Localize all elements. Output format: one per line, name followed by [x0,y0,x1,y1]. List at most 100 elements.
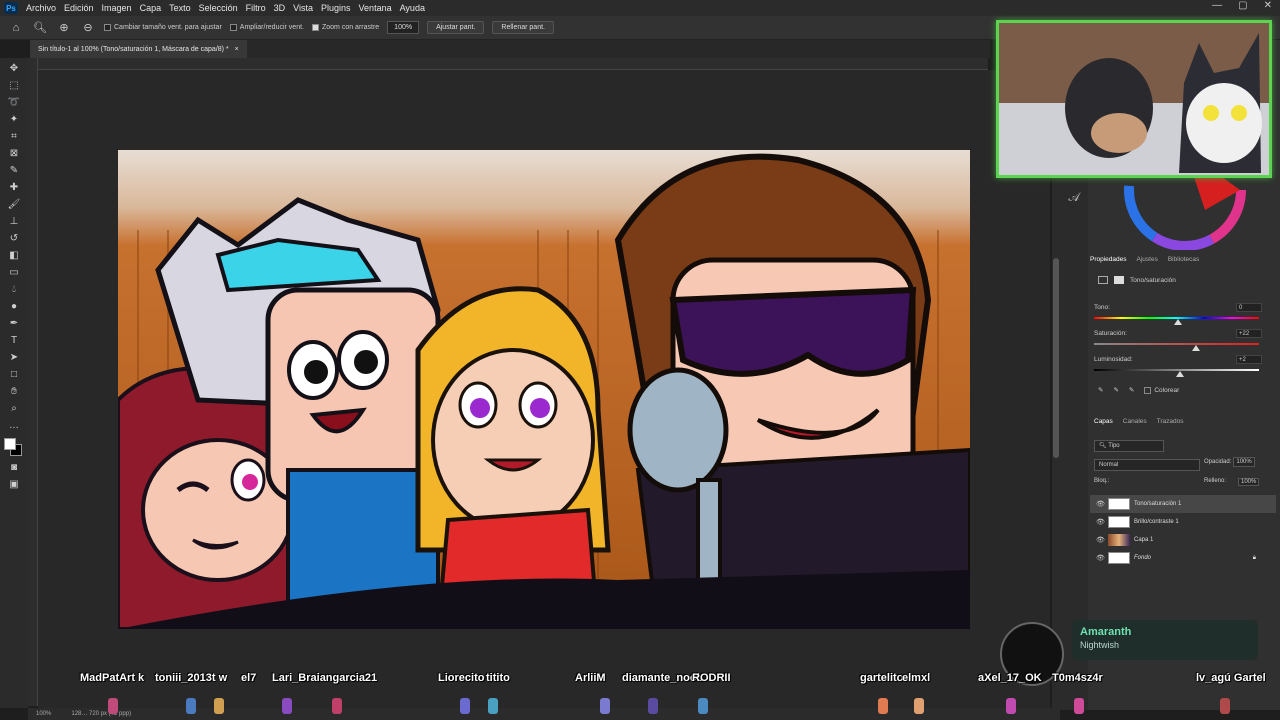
crop-tool-icon[interactable]: ⌗ [6,128,22,144]
eyedropper-icon[interactable]: ✎ [1098,386,1103,394]
tab-trazados[interactable]: Trazados [1157,418,1184,430]
eyedropper-subtract-icon[interactable]: ✎ [1129,386,1134,394]
mask-icon[interactable] [1114,276,1124,284]
menu-ayuda[interactable]: Ayuda [400,3,425,13]
eyedropper-add-icon[interactable]: ✎ [1113,386,1118,394]
layer-name: Fondo [1134,555,1152,561]
frame-tool-icon[interactable]: ⊠ [6,145,22,161]
tab-canales[interactable]: Canales [1123,418,1147,430]
visibility-eye-icon[interactable]: 👁︎ [1096,554,1105,562]
eyedropper-icon[interactable]: ✎ [6,162,22,178]
blur-tool-icon[interactable]: 💧︎ [6,281,22,297]
gradient-tool-icon[interactable]: ▭ [6,264,22,280]
saturation-track[interactable] [1094,343,1259,345]
checkbox-box [229,24,237,31]
colorize-checkbox[interactable]: Colorear [1144,386,1179,394]
minimize-button[interactable]: — [1212,0,1222,11]
tab-ajustes[interactable]: Ajustes [1137,256,1158,263]
close-tab-icon[interactable]: × [235,46,239,53]
menu-filtro[interactable]: Filtro [246,3,266,13]
zoom-in-icon[interactable]: ⊕ [56,20,72,36]
layer-mask-thumbnail[interactable] [1108,498,1130,510]
blend-mode-select[interactable]: Normal [1094,459,1200,471]
eraser-icon[interactable]: ◧ [6,247,22,263]
color-swatches[interactable] [4,438,24,458]
fit-screen-button[interactable]: Ajustar pant. [427,21,485,34]
maximize-button[interactable]: ▢ [1238,0,1247,11]
hue-slider-thumb[interactable] [1174,319,1182,325]
close-button[interactable]: ✕ [1264,0,1272,11]
history-brush-icon[interactable]: ↺ [6,230,22,246]
menu-ventana[interactable]: Ventana [359,3,392,13]
pen-tool-icon[interactable]: ✒ [6,315,22,331]
zoom-out-icon[interactable]: ⊖ [80,20,96,36]
layer-filter-select[interactable]: 🔍︎ Tipo [1094,440,1164,452]
magic-wand-icon[interactable]: ✦ [6,111,22,127]
chat-username: elmxl [902,672,931,684]
zoom-icon[interactable]: ⌕ [6,400,22,416]
tab-propiedades[interactable]: Propiedades [1090,256,1127,263]
home-icon[interactable]: ⌂ [8,20,24,36]
webcam-feed [999,23,1269,175]
checkbox-box [1144,386,1152,394]
menu-seleccion[interactable]: Selección [199,3,238,13]
layer-row-brightness-contrast[interactable]: 👁︎ Brillo/contraste 1 [1090,513,1276,531]
hue-value-input[interactable]: 0 [1236,303,1262,312]
menu-plugins[interactable]: Plugins [321,3,351,13]
layers-tabs: Capas Canales Trazados [1090,418,1278,430]
quick-mask-icon[interactable]: ◙ [6,459,22,475]
scrubby-zoom-checkbox[interactable]: Zoom con arrastre [311,24,379,31]
document-tab[interactable]: Sin título-1 al 100% (Tono/saturación 1,… [30,40,247,58]
saturation-value-input[interactable]: +22 [1236,329,1262,338]
fill-screen-button[interactable]: Rellenar pant. [492,21,554,34]
layer-name: Brillo/contraste 1 [1134,519,1179,525]
adjustment-name: Tono/saturación [1130,276,1176,284]
marquee-tool-icon[interactable]: ⬚ [6,77,22,93]
glyphs-panel-icon[interactable]: 𝒜 [1064,190,1084,210]
more-tools-icon[interactable]: … [6,417,22,433]
chat-username: T0m4sz4r [1052,672,1103,684]
avatar-sprite [214,698,224,714]
menu-texto[interactable]: Texto [169,3,191,13]
menu-capa[interactable]: Capa [140,3,162,13]
visibility-eye-icon[interactable]: 👁︎ [1096,500,1105,508]
document-canvas[interactable] [118,150,970,629]
lightness-value-input[interactable]: +2 [1236,355,1262,364]
type-tool-icon[interactable]: T [6,332,22,348]
menu-vista[interactable]: Vista [293,3,313,13]
hand-tool-icon[interactable]: ✋︎ [6,383,22,399]
layer-row-capa-1[interactable]: 👁︎ Capa 1 [1090,531,1276,549]
menu-edicion[interactable]: Edición [64,3,94,13]
brush-tool-icon[interactable]: 🖌︎ [6,196,22,212]
avatar-sprite [1220,698,1230,714]
foreground-color-swatch[interactable] [4,438,16,450]
zoom-tool-icon[interactable]: 🔍︎ [32,20,48,36]
path-select-icon[interactable]: ➤ [6,349,22,365]
resize-windows-checkbox[interactable]: Cambiar tamaño vent. para ajustar [104,24,222,31]
dodge-tool-icon[interactable]: ● [6,298,22,314]
scrollbar-thumb[interactable] [1053,258,1059,458]
lasso-tool-icon[interactable]: ➰ [6,94,22,110]
visibility-eye-icon[interactable]: 👁︎ [1096,536,1105,544]
screen-mode-icon[interactable]: ▣ [6,476,22,492]
chat-username: toniii_2013t w [155,672,228,684]
layer-row-hue-saturation[interactable]: 👁︎ Tono/saturación 1 [1090,495,1276,513]
layer-row-fondo[interactable]: 👁︎ Fondo 🔒︎ [1090,549,1276,567]
zoom-all-checkbox[interactable]: Ampliar/reducir vent. [229,24,304,31]
visibility-eye-icon[interactable]: 👁︎ [1096,518,1105,526]
opacity-input[interactable]: 100% [1233,457,1255,467]
tab-bibliotecas[interactable]: Bibliotecas [1168,256,1199,263]
healing-brush-icon[interactable]: ✚ [6,179,22,195]
move-tool-icon[interactable]: ✥ [6,60,22,76]
menu-imagen[interactable]: Imagen [102,3,132,13]
clone-stamp-icon[interactable]: ⊥ [6,213,22,229]
rectangle-tool-icon[interactable]: □ [6,366,22,382]
tab-capas[interactable]: Capas [1094,418,1113,430]
fill-input[interactable]: 100% [1238,478,1260,486]
menu-3d[interactable]: 3D [274,3,286,13]
zoom-value-field[interactable]: 100% [387,21,420,34]
menu-archivo[interactable]: Archivo [26,3,56,13]
saturation-slider-thumb[interactable] [1192,345,1200,351]
lightness-slider-thumb[interactable] [1176,371,1184,377]
layer-mask-thumbnail[interactable] [1108,516,1130,528]
